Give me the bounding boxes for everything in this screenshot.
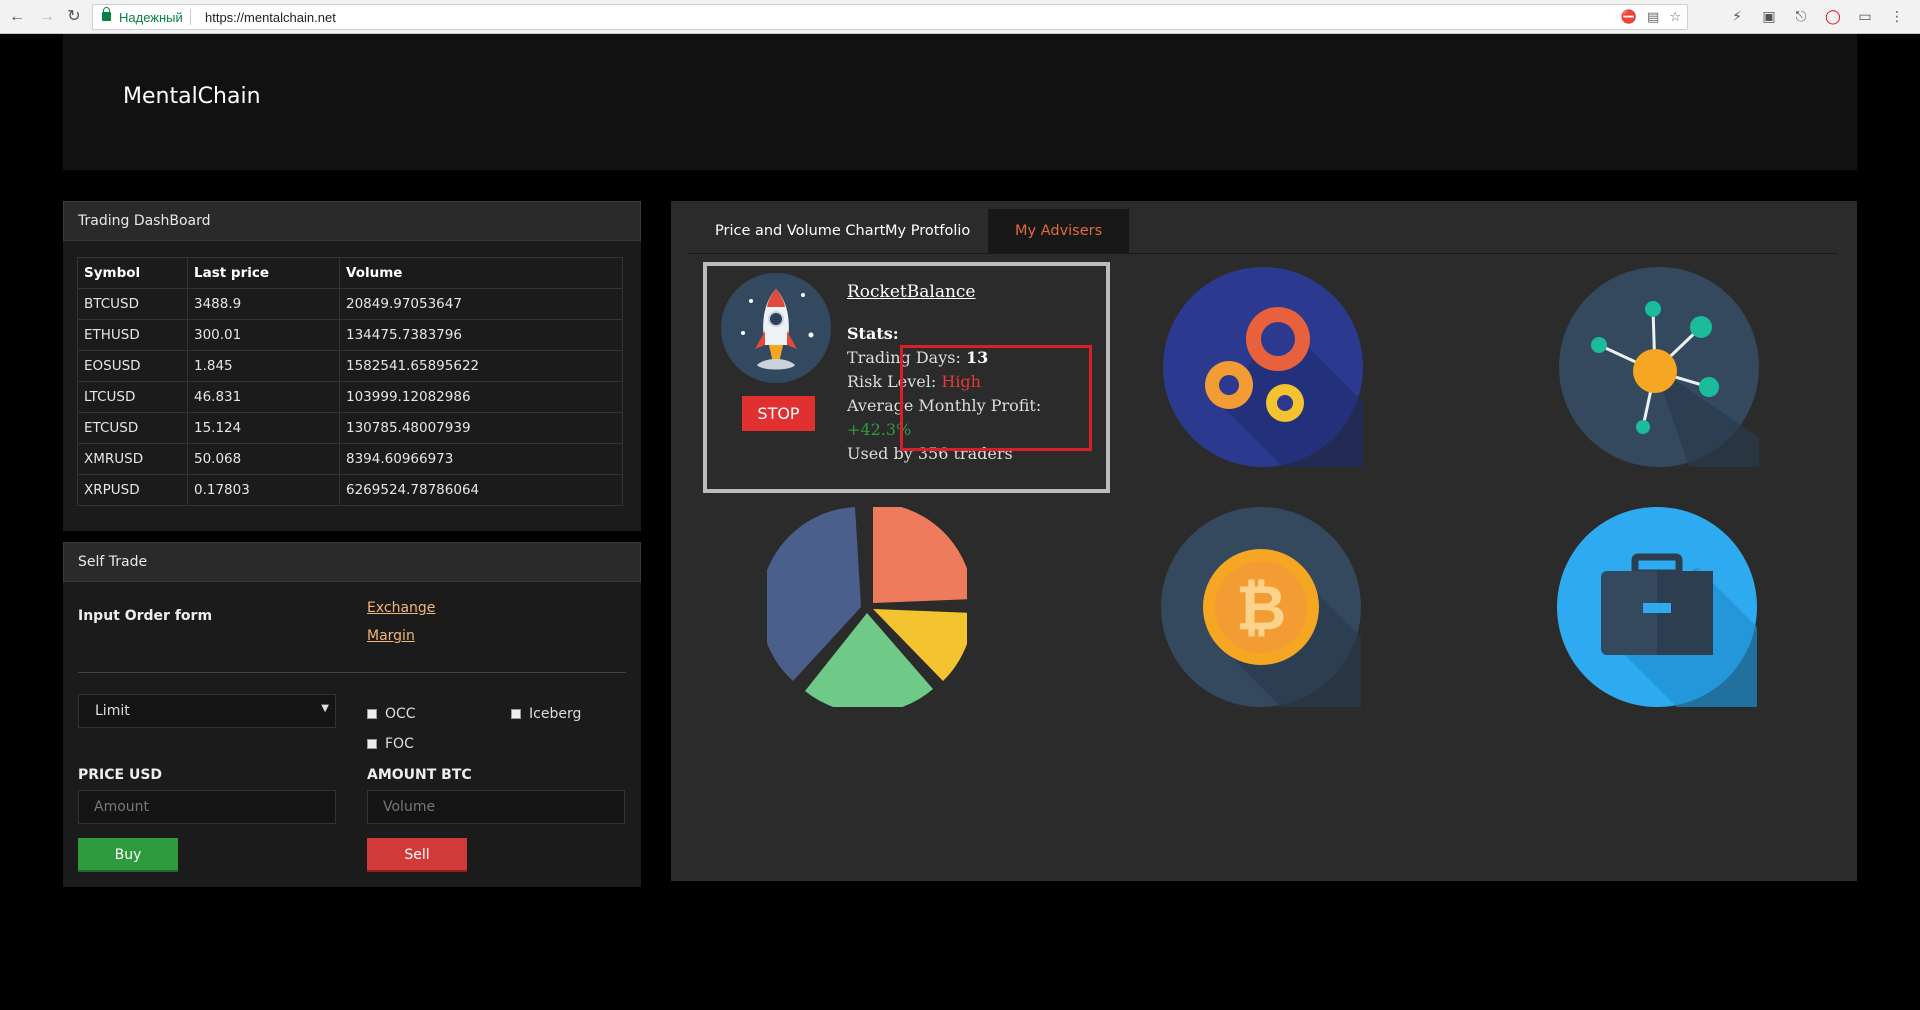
lock-icon bbox=[102, 7, 111, 21]
symbol-cell: BTCUSD bbox=[77, 288, 188, 320]
table-row[interactable]: ETCUSD 15.124 130785.48007939 bbox=[77, 412, 623, 444]
last-price-cell: 46.831 bbox=[187, 381, 340, 413]
self-trade-panel: Self Trade Input Order form Exchange Mar… bbox=[63, 542, 641, 887]
dropdown-arrow-icon: ▼ bbox=[321, 703, 329, 714]
margin-link[interactable]: Margin bbox=[367, 628, 415, 644]
volume-cell: 8394.60966973 bbox=[339, 443, 623, 475]
gears-icon[interactable] bbox=[1163, 267, 1363, 467]
occ-checkbox[interactable]: OCC bbox=[367, 706, 416, 722]
tab-my-advisers[interactable]: My Advisers bbox=[988, 209, 1130, 254]
symbol-cell: EOSUSD bbox=[77, 350, 188, 382]
forward-icon[interactable]: → bbox=[37, 7, 57, 27]
table-row[interactable]: LTCUSD 46.831 103999.12082986 bbox=[77, 381, 623, 413]
column-header: Volume bbox=[339, 257, 623, 289]
last-price-cell: 3488.9 bbox=[187, 288, 340, 320]
bitcoin-icon[interactable]: ₿ bbox=[1161, 507, 1361, 707]
checkbox-label: FOC bbox=[385, 736, 414, 752]
checkbox-icon[interactable] bbox=[511, 709, 521, 719]
symbol-table: Symbol Last price Volume BTCUSD 3488.9 208… bbox=[77, 257, 623, 506]
divider bbox=[78, 672, 626, 673]
checkbox-icon[interactable] bbox=[367, 709, 377, 719]
buy-button[interactable]: Buy bbox=[78, 838, 178, 872]
table-row[interactable]: EOSUSD 1.845 1582541.65895622 bbox=[77, 350, 623, 382]
checkbox-label: Iceberg bbox=[529, 706, 582, 722]
bookmark-star-icon[interactable]: ☆ bbox=[1669, 9, 1681, 25]
volume-cell: 20849.97053647 bbox=[339, 288, 623, 320]
tab-bar: Price and Volume Chart My Protfolio My A… bbox=[688, 209, 1838, 254]
table-row[interactable]: XMRUSD 50.068 8394.60966973 bbox=[77, 443, 623, 475]
advisers-panel: Price and Volume Chart My Protfolio My A… bbox=[671, 201, 1857, 881]
symbol-cell: ETCUSD bbox=[77, 412, 188, 444]
rocket-icon bbox=[721, 273, 831, 383]
amount-label: AMOUNT BTC bbox=[367, 767, 472, 783]
volume-cell: 134475.7383796 bbox=[339, 319, 623, 351]
omnibox-icons: ⛔ ▤ ☆ bbox=[1621, 9, 1681, 25]
cast-icon[interactable]: ▭ bbox=[1856, 8, 1874, 25]
block-icon[interactable]: ⛔ bbox=[1621, 9, 1637, 25]
browser-toolbar: ← → ↻ Надежный https://mentalchain.net ⛔… bbox=[0, 0, 1920, 34]
stats-title: Stats: bbox=[847, 324, 899, 343]
highlight-annotation-box bbox=[900, 345, 1092, 451]
checkbox-icon[interactable] bbox=[367, 739, 377, 749]
table-header-row: Symbol Last price Volume bbox=[77, 257, 623, 289]
stop-button[interactable]: STOP bbox=[742, 396, 815, 431]
order-type-select[interactable]: Limit ▼ bbox=[78, 694, 336, 728]
tab-my-portfolio[interactable]: My Protfolio bbox=[858, 209, 997, 254]
bolt-icon[interactable]: ⚡ bbox=[1728, 8, 1746, 25]
address-separator bbox=[190, 9, 191, 25]
trading-dashboard-panel: Trading DashBoard Symbol Last price Volu… bbox=[63, 201, 641, 531]
site-header: MentalChain bbox=[63, 34, 1857, 170]
volume-cell: 1582541.65895622 bbox=[339, 350, 623, 382]
volume-cell: 130785.48007939 bbox=[339, 412, 623, 444]
translate-icon[interactable]: ▤ bbox=[1647, 9, 1659, 25]
column-header: Last price bbox=[187, 257, 340, 289]
opera-icon[interactable]: ◯ bbox=[1824, 8, 1842, 25]
extension-icon[interactable]: ▣ bbox=[1760, 8, 1778, 25]
svg-text:₿: ₿ bbox=[1236, 571, 1287, 644]
exchange-link[interactable]: Exchange bbox=[367, 600, 435, 616]
last-price-cell: 0.17803 bbox=[187, 474, 340, 506]
price-label: PRICE USD bbox=[78, 767, 163, 783]
panel-title: Trading DashBoard bbox=[63, 201, 641, 241]
volume-cell: 103999.12082986 bbox=[339, 381, 623, 413]
order-type-value: Limit bbox=[95, 703, 130, 719]
price-input[interactable]: Amount bbox=[78, 790, 336, 824]
last-price-cell: 15.124 bbox=[187, 412, 340, 444]
brand-logo[interactable]: MentalChain bbox=[123, 84, 261, 109]
volume-input[interactable]: Volume bbox=[367, 790, 625, 824]
table-row[interactable]: BTCUSD 3488.9 20849.97053647 bbox=[77, 288, 623, 320]
last-price-cell: 300.01 bbox=[187, 319, 340, 351]
address-bar[interactable]: Надежный https://mentalchain.net ⛔ ▤ ☆ bbox=[92, 4, 1688, 30]
table-row[interactable]: XRPUSD 0.17803 6269524.78786064 bbox=[77, 474, 623, 506]
checkbox-label: OCC bbox=[385, 706, 416, 722]
column-header: Symbol bbox=[77, 257, 188, 289]
menu-icon[interactable]: ⋮ bbox=[1888, 8, 1906, 25]
pie-chart-icon[interactable] bbox=[767, 507, 967, 707]
adviser-name-link[interactable]: RocketBalance bbox=[847, 282, 975, 302]
symbol-cell: XRPUSD bbox=[77, 474, 188, 506]
extension-icons: ⚡ ▣ ⎋ ◯ ▭ ⋮ bbox=[1728, 8, 1906, 25]
secure-label: Надежный bbox=[119, 10, 183, 25]
reload-icon[interactable]: ↻ bbox=[64, 7, 84, 27]
iceberg-checkbox[interactable]: Iceberg bbox=[511, 706, 581, 722]
panel-title: Self Trade bbox=[63, 542, 641, 582]
sell-button[interactable]: Sell bbox=[367, 838, 467, 872]
pin-icon[interactable]: ⎋ bbox=[1792, 8, 1810, 25]
last-price-cell: 1.845 bbox=[187, 350, 340, 382]
foc-checkbox[interactable]: FOC bbox=[367, 736, 414, 752]
back-icon[interactable]: ← bbox=[7, 7, 27, 27]
symbol-cell: XMRUSD bbox=[77, 443, 188, 475]
url-text[interactable]: https://mentalchain.net bbox=[205, 10, 336, 25]
order-form-label: Input Order form bbox=[78, 608, 213, 624]
table-row[interactable]: ETHUSD 300.01 134475.7383796 bbox=[77, 319, 623, 351]
volume-cell: 6269524.78786064 bbox=[339, 474, 623, 506]
symbol-cell: LTCUSD bbox=[77, 381, 188, 413]
last-price-cell: 50.068 bbox=[187, 443, 340, 475]
briefcase-icon[interactable] bbox=[1557, 507, 1757, 707]
network-icon[interactable] bbox=[1559, 267, 1759, 467]
symbol-cell: ETHUSD bbox=[77, 319, 188, 351]
